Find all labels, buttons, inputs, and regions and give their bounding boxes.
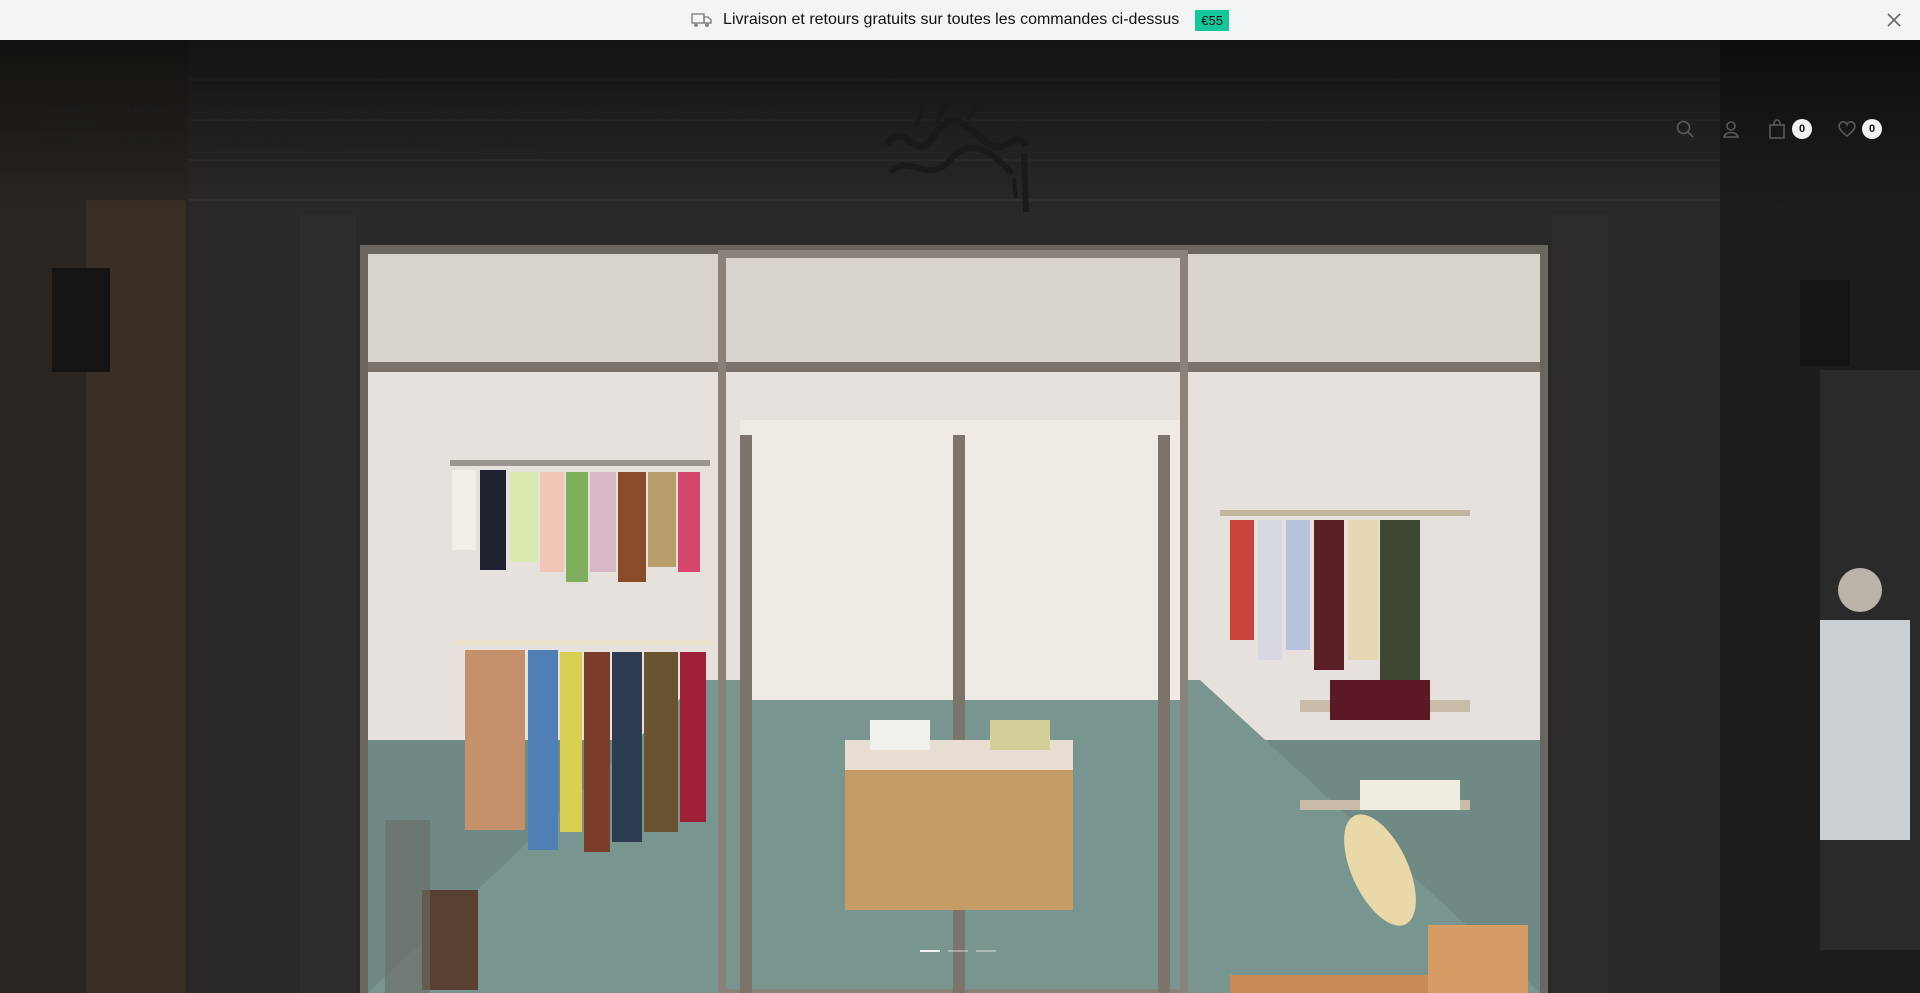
announcement-bar: Livraison et retours gratuits sur toutes… xyxy=(0,0,1920,40)
cart-button[interactable]: 0 xyxy=(1766,118,1812,140)
nav-item-knits[interactable]: KNITS xyxy=(562,104,599,123)
nav-item-pants[interactable]: PANTS xyxy=(642,104,683,123)
nav-item-accessories[interactable]: ACCESSORIES xyxy=(346,134,437,153)
nav-item-beanies[interactable]: BEANIES xyxy=(118,134,173,153)
header-utilities: 0 0 xyxy=(1674,118,1882,140)
slide-dot[interactable] xyxy=(920,950,940,952)
slide-dot[interactable] xyxy=(948,950,968,952)
account-icon[interactable] xyxy=(1720,118,1742,140)
nav-item-service[interactable]: SERVICE xyxy=(481,134,537,153)
primary-nav: MAISON TEES OUTERWEAR SWEATS TOPS & SHIR… xyxy=(40,104,777,123)
nav-item-shorts[interactable]: SHORTS xyxy=(725,104,777,123)
hero-banner[interactable]: MAISON TEES OUTERWEAR SWEATS TOPS & SHIR… xyxy=(0,40,1920,993)
free-shipping-threshold-badge: €55 xyxy=(1195,9,1229,31)
truck-icon xyxy=(691,12,713,28)
search-icon[interactable] xyxy=(1674,118,1696,140)
cart-count-badge: 0 xyxy=(1792,119,1812,139)
bag-icon xyxy=(1766,118,1788,140)
nav-item-tops-shirts[interactable]: TOPS & SHIRTS xyxy=(424,104,520,123)
nav-item-maison[interactable]: MAISON xyxy=(40,104,90,123)
wishlist-button[interactable]: 0 xyxy=(1836,118,1882,140)
nav-item-sunglasses[interactable]: SUNGLASSES xyxy=(217,134,302,153)
close-icon[interactable] xyxy=(1884,10,1904,30)
nav-item-tees[interactable]: TEES xyxy=(132,104,165,123)
secondary-nav: CAPS BEANIES SUNGLASSES ACCESSORIES SERV… xyxy=(40,134,537,153)
nav-item-sweats[interactable]: SWEATS xyxy=(330,104,382,123)
slider-pagination xyxy=(920,950,996,952)
heart-icon xyxy=(1836,118,1858,140)
slide-dot[interactable] xyxy=(976,950,996,952)
nav-item-caps[interactable]: CAPS xyxy=(40,134,74,153)
wishlist-count-badge: 0 xyxy=(1862,119,1882,139)
nav-item-outerwear[interactable]: OUTERWEAR xyxy=(207,104,288,123)
stussy-logo[interactable] xyxy=(876,96,1030,214)
announcement-text: Livraison et retours gratuits sur toutes… xyxy=(723,11,1180,28)
